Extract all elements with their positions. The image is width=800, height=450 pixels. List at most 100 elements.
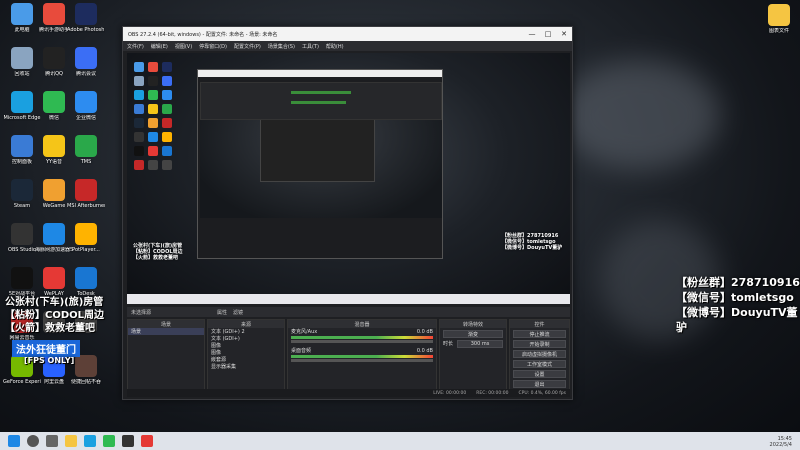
app-icon [11, 3, 33, 25]
obs-window[interactable]: OBS 27.2.4 (64-bit, windows) - 配置文件: 未命名… [122, 26, 573, 400]
folder-icon [768, 4, 790, 26]
mic-volume-slider[interactable] [291, 340, 433, 343]
app-icon [75, 3, 97, 25]
mini-app-icon [148, 160, 158, 170]
desktop-icon[interactable]: PotPlayer... [67, 223, 105, 253]
fps-overlay: [FPS ONLY] [24, 356, 75, 365]
desktop-icon[interactable]: 企业微信 [67, 91, 105, 121]
desktop-icon-label: MSI Afterburner [67, 203, 105, 209]
mini-app-icon [148, 62, 158, 72]
desktop-folder-icon[interactable]: 图表文件 [760, 4, 798, 34]
virtual-camera-button[interactable]: 启动虚拟摄像机 [513, 350, 566, 358]
desktop-icon[interactable]: Adobe Photosh... [67, 3, 105, 33]
start-icon[interactable] [8, 435, 20, 447]
taskbar-clock[interactable]: 15:45 2022/5/4 [770, 436, 792, 448]
preview-canvas[interactable]: 【粉丝群】278710916 【微信号】tomletsgo 【微博号】Douyu… [127, 53, 570, 304]
source-toolbar: 未选择源 属性 滤镜 [127, 307, 570, 317]
right-info-overlay: 【粉丝群】278710916 【微信号】tomletsgo 【微博号】Douyu… [676, 276, 800, 334]
task-view-icon[interactable] [46, 435, 58, 447]
transitions-dock: 转场特效 渐变 时长 300 ms [439, 319, 507, 397]
duration-input[interactable]: 300 ms [457, 339, 503, 348]
window-title: OBS 27.2.4 (64-bit, windows) - 配置文件: 未命名… [128, 31, 278, 38]
app-icon [75, 91, 97, 113]
mini-app-icon [148, 90, 158, 100]
menu-file[interactable]: 文件(F) [127, 43, 144, 50]
app-icon[interactable] [141, 435, 153, 447]
source-item[interactable]: 文本 (GDI+) 2 [208, 328, 284, 335]
app-icon [11, 179, 33, 201]
duration-row: 时长 300 ms [440, 339, 506, 348]
mini-app-icon [134, 104, 144, 114]
start-recording-button[interactable]: 开始录制 [513, 340, 566, 348]
no-source-label: 未选择源 [131, 309, 152, 316]
app-icon [11, 223, 33, 245]
mic-volume-meter [291, 336, 433, 339]
properties-button[interactable]: 属性 [217, 309, 227, 316]
wechat-icon[interactable] [103, 435, 115, 447]
source-item[interactable]: 嵌套源 [208, 356, 284, 363]
title-banner: 法外狂徒董门 [12, 340, 80, 357]
rec-time: REC: 00:00:00 [476, 390, 509, 396]
filters-button[interactable]: 滤镜 [233, 309, 243, 316]
desktop-icon-label: Adobe Photosh... [67, 27, 105, 33]
desktop-icon-label: 便捷回帖不吞 [70, 379, 101, 385]
app-icon [11, 91, 33, 113]
desktop-icon-label: 腾讯会议 [75, 71, 96, 77]
menu-scene-collection[interactable]: 场景集合(S) [268, 43, 295, 50]
minimize-icon[interactable]: — [524, 27, 540, 41]
studio-mode-button[interactable]: 工作室模式 [513, 360, 566, 368]
desktop-icon[interactable]: MSI Afterburner [67, 179, 105, 209]
search-icon[interactable] [27, 435, 39, 447]
app-icon [43, 135, 65, 157]
desktop-volume-slider[interactable] [291, 359, 433, 362]
app-icon [43, 91, 65, 113]
app-icon [75, 223, 97, 245]
mini-app-icon [162, 118, 172, 128]
mini-app-icon [162, 160, 172, 170]
app-icon [43, 3, 65, 25]
mixer-channel: 桌面音频 0.0 dB [291, 347, 433, 355]
source-item[interactable]: 图像 [208, 349, 284, 356]
app-icon [11, 47, 33, 69]
stop-streaming-button[interactable]: 停止推流 [513, 330, 566, 338]
file-explorer-icon[interactable] [65, 435, 77, 447]
preview-taskbar [127, 294, 570, 304]
obs-docks: 未选择源 属性 滤镜 场景 场景 来源 文本 (GDI+) 2 文本 (GDI+… [127, 307, 570, 399]
controls-dock: 控件 停止推流 开始录制 启动虚拟摄像机 工作室模式 设置 退出 [509, 319, 570, 397]
mini-app-icon [134, 76, 144, 86]
menu-profile[interactable]: 配置文件(P) [234, 43, 261, 50]
desktop-icon[interactable]: TMS [67, 135, 105, 165]
app-icon [11, 135, 33, 157]
menu-tools[interactable]: 工具(T) [302, 43, 319, 50]
menu-view[interactable]: 视图(V) [175, 43, 192, 50]
app-icon [43, 179, 65, 201]
exit-button[interactable]: 退出 [513, 380, 566, 388]
menu-help[interactable]: 帮助(H) [326, 43, 344, 50]
maximize-icon[interactable]: □ [540, 27, 556, 41]
taskbar [0, 432, 800, 450]
scene-item[interactable]: 场景 [128, 328, 204, 335]
desktop-icon-label: PotPlayer... [72, 247, 100, 253]
obs-title-bar[interactable]: OBS 27.2.4 (64-bit, windows) - 配置文件: 未命名… [123, 27, 572, 41]
desktop-icon[interactable]: ToDesk [67, 267, 105, 297]
preview-cn-overlay: 公张村(下车)(旅)房管 【粘粉】CODOL周边 【火箭】救救老董吧 [133, 243, 183, 261]
mini-app-icon [134, 146, 144, 156]
mini-app-icon [134, 62, 144, 72]
edge-icon[interactable] [84, 435, 96, 447]
mini-app-icon [162, 132, 172, 142]
app-icon [43, 267, 65, 289]
app-icon [43, 47, 65, 69]
source-item[interactable]: 图像 [208, 342, 284, 349]
mini-app-icon [148, 132, 158, 142]
settings-button[interactable]: 设置 [513, 370, 566, 378]
source-item[interactable]: 显示器采集 [208, 363, 284, 370]
desktop-icon[interactable]: 腾讯会议 [67, 47, 105, 77]
close-icon[interactable]: ✕ [556, 27, 572, 41]
menu-edit[interactable]: 编辑(E) [151, 43, 168, 50]
preview-desktop-icons [132, 61, 182, 173]
transition-select[interactable]: 渐变 [443, 330, 503, 338]
obs-icon[interactable] [122, 435, 134, 447]
source-item[interactable]: 文本 (GDI+) [208, 335, 284, 342]
menu-docks[interactable]: 停靠窗口(D) [199, 43, 227, 50]
mini-app-icon [162, 146, 172, 156]
